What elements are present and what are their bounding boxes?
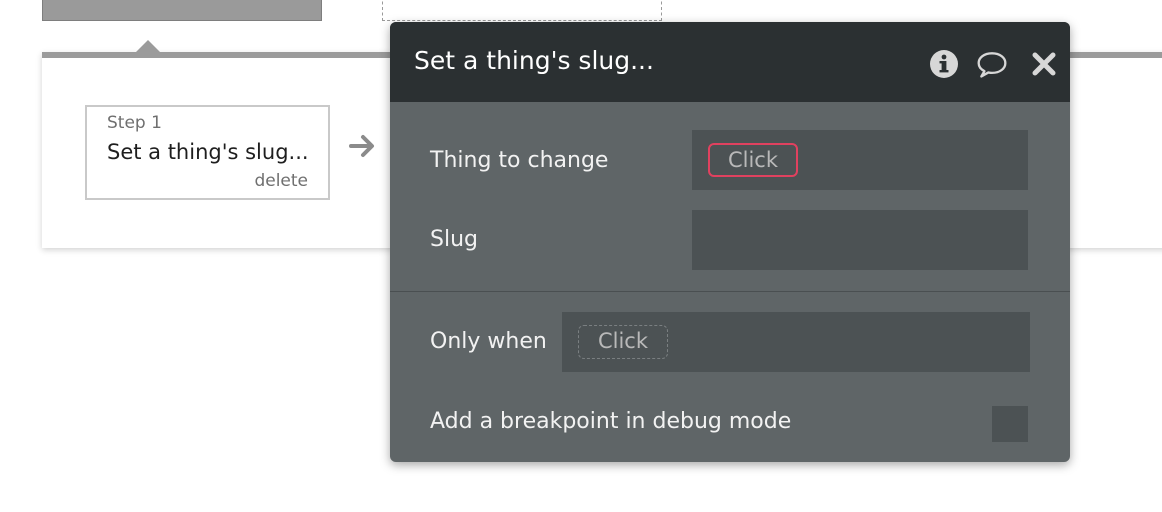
only-when-click-placeholder[interactable]: Click <box>578 325 668 359</box>
section-divider <box>390 291 1070 292</box>
thing-to-change-label: Thing to change <box>430 148 609 173</box>
thing-to-change-field[interactable]: Click <box>692 130 1028 190</box>
comment-icon[interactable] <box>976 48 1008 80</box>
slug-label: Slug <box>430 227 478 252</box>
workflow-step-card[interactable]: Step 1 Set a thing's slug... delete <box>85 105 330 200</box>
step-title: Set a thing's slug... <box>107 140 309 164</box>
empty-event-slot[interactable] <box>382 0 662 21</box>
thing-to-change-click-placeholder[interactable]: Click <box>708 143 798 177</box>
delete-step-link[interactable]: delete <box>254 171 308 191</box>
panel-pointer <box>136 40 160 52</box>
close-icon[interactable] <box>1028 48 1060 80</box>
editor-title: Set a thing's slug... <box>414 46 654 75</box>
step-number-label: Step 1 <box>107 113 162 133</box>
only-when-label: Only when <box>430 329 547 354</box>
slug-field[interactable] <box>692 210 1028 270</box>
info-icon[interactable] <box>928 48 960 80</box>
breakpoint-checkbox[interactable] <box>992 406 1028 442</box>
action-property-editor: Set a thing's slug... Thing to change Cl… <box>390 22 1070 462</box>
event-block[interactable] <box>42 0 322 21</box>
editor-header: Set a thing's slug... <box>390 22 1070 102</box>
only-when-field[interactable]: Click <box>562 312 1030 372</box>
breakpoint-label: Add a breakpoint in debug mode <box>430 409 792 434</box>
workflow-editor-canvas: Step 1 Set a thing's slug... delete Set … <box>0 0 1162 512</box>
arrow-right-icon <box>349 135 374 157</box>
